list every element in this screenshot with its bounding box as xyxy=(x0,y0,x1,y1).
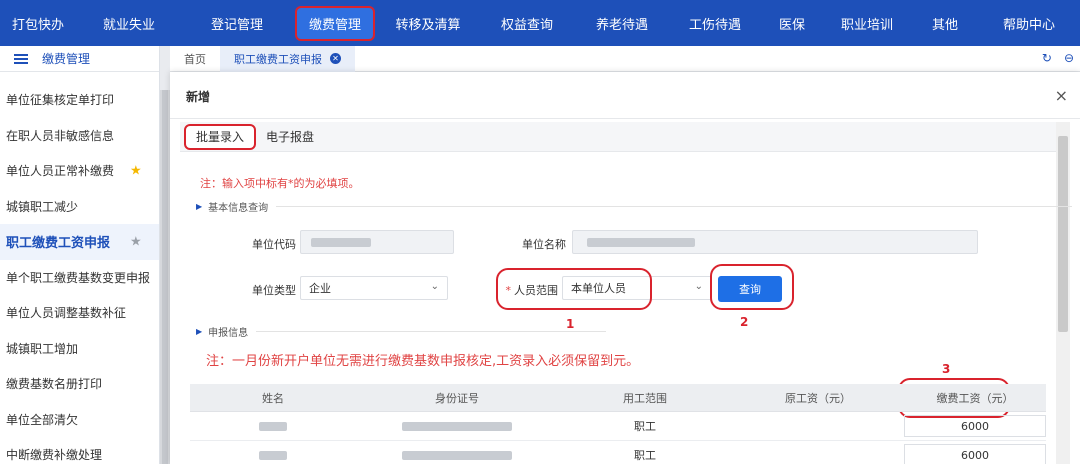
sidebar-item[interactable]: 单位全部清欠 xyxy=(0,402,159,438)
menu-icon[interactable] xyxy=(14,53,28,64)
star-icon[interactable]: ★ xyxy=(130,234,142,249)
sidebar-item[interactable]: 单个职工缴费基数变更申报 xyxy=(0,260,159,296)
redacted-value xyxy=(259,421,287,431)
more-icon[interactable]: ⊖ xyxy=(1064,51,1074,65)
table-column-header: 姓名 xyxy=(262,391,284,405)
sub-tabs: 批量录入 电子报盘 xyxy=(180,122,1056,152)
divider xyxy=(256,331,606,332)
required-note: 注：输入项中标有*的为必填项。 xyxy=(200,177,360,190)
table-column-header: 缴费工资（元） xyxy=(936,391,1014,405)
add-modal: 新增 × 批量录入 电子报盘 注：输入项中标有*的为必填项。 ▶ 基本信息查询 … xyxy=(170,72,1080,464)
table-column-header: 身份证号 xyxy=(435,391,479,405)
sidebar: 缴费管理 单位征集核定单打印 在职人员非敏感信息 单位人员正常补缴费 ★ 城镇职工减少职… xyxy=(0,46,160,464)
salary-table: 姓名 身份证号 用工范围 原工资（元） 缴费工资（元） 职工 6000 职工 6000 xyxy=(190,384,1046,464)
nav-item[interactable]: 养老待遇 xyxy=(576,0,668,46)
sidebar-item[interactable]: 城镇职工增加 xyxy=(0,331,159,367)
tab-bar-tools: ↻ ⊖ xyxy=(1042,51,1074,65)
nav-item[interactable]: 职业培训 xyxy=(822,0,912,46)
annotation-number-2: 2 xyxy=(740,315,749,329)
nav-item[interactable]: 转移及清算 xyxy=(378,0,478,46)
salary-cell: 6000 xyxy=(904,412,1046,440)
sidebar-item[interactable]: 城镇职工减少 xyxy=(0,189,159,225)
close-icon[interactable]: × xyxy=(1055,86,1068,105)
star-icon[interactable]: ★ xyxy=(130,163,142,178)
nav-item[interactable]: 登记管理 xyxy=(182,0,292,46)
scope-cell: 职工 xyxy=(634,420,656,433)
sidebar-scrollbar-thumb[interactable] xyxy=(162,90,168,464)
id-cell xyxy=(356,412,558,440)
redacted-value xyxy=(311,238,371,247)
nav-item[interactable]: 其他 xyxy=(912,0,978,46)
table-header: 姓名 身份证号 用工范围 原工资（元） 缴费工资（元） xyxy=(190,384,1046,412)
unit-name-field[interactable] xyxy=(572,230,978,254)
redacted-value xyxy=(402,450,512,460)
subtab-batch-entry[interactable]: 批量录入 xyxy=(184,123,257,150)
unit-code-label: 单位代码 xyxy=(252,238,296,251)
nav-item[interactable]: 打包快办 xyxy=(0,0,76,46)
subtab-electronic-submit[interactable]: 电子报盘 xyxy=(256,122,324,152)
caret-right-icon: ▶ xyxy=(196,202,203,211)
sidebar-header-title: 缴费管理 xyxy=(42,52,91,66)
nav-item[interactable]: 帮助中心 xyxy=(978,0,1080,46)
sidebar-item[interactable]: 职工缴费工资申报 ★ xyxy=(0,224,159,260)
original-salary-cell xyxy=(732,412,904,440)
salary-input[interactable]: 6000 xyxy=(904,444,1046,464)
table-row: 职工 6000 xyxy=(190,412,1046,441)
unit-type-select[interactable]: 企业 ⌄ xyxy=(300,276,448,300)
annotation-oval-1 xyxy=(496,268,652,310)
divider xyxy=(276,206,1072,207)
report-note: 注：一月份新开户单位无需进行缴费基数申报核定,工资录入必须保留到元。 xyxy=(206,354,640,369)
nav-item[interactable]: 缴费管理 xyxy=(292,0,378,46)
table-column-header: 原工资（元） xyxy=(785,391,851,405)
tab-current[interactable]: 职工缴费工资申报 ✕ xyxy=(220,45,355,72)
close-circle-icon[interactable]: ✕ xyxy=(330,53,341,64)
table-body: 职工 6000 职工 6000 xyxy=(190,412,1046,464)
sidebar-item[interactable]: 在职人员非敏感信息 xyxy=(0,118,159,154)
name-cell xyxy=(190,412,356,440)
unit-code-field[interactable] xyxy=(300,230,454,254)
tab-home[interactable]: 首页 xyxy=(170,46,220,72)
nav-item[interactable]: 工伤待遇 xyxy=(668,0,762,46)
tab-current-label: 职工缴费工资申报 xyxy=(234,52,322,66)
section-report-info: ▶ 申报信息 xyxy=(196,324,606,339)
annotation-number-3: 3 xyxy=(942,362,951,376)
table-column-header: 用工范围 xyxy=(623,391,667,405)
name-cell xyxy=(190,441,356,464)
original-salary-cell xyxy=(732,441,904,464)
nav-item[interactable]: 就业失业 xyxy=(76,0,182,46)
redacted-value xyxy=(402,421,512,431)
refresh-icon[interactable]: ↻ xyxy=(1042,51,1052,65)
salary-cell: 6000 xyxy=(904,441,1046,464)
table-row: 职工 6000 xyxy=(190,441,1046,464)
salary-input[interactable]: 6000 xyxy=(904,415,1046,437)
top-nav: 打包快办 就业失业 登记管理 缴费管理 转移及清算 权益查询 养老待遇 工伤待遇 医保 职业培训其… xyxy=(0,0,1080,46)
scope-cell: 职工 xyxy=(634,449,656,462)
sidebar-item[interactable]: 单位人员调整基数补征 xyxy=(0,295,159,331)
sidebar-item[interactable]: 中断缴费补缴处理 xyxy=(0,437,159,464)
annotation-oval-2 xyxy=(710,264,794,310)
chevron-down-icon: ⌄ xyxy=(430,281,439,292)
caret-right-icon: ▶ xyxy=(196,327,203,336)
id-cell xyxy=(356,441,558,464)
annotation-number-1: 1 xyxy=(566,317,575,331)
redacted-value xyxy=(587,238,695,247)
redacted-value xyxy=(259,450,287,460)
chevron-down-icon: ⌄ xyxy=(694,281,703,292)
sidebar-item[interactable]: 单位征集核定单打印 xyxy=(0,82,159,118)
sidebar-clipped-item xyxy=(0,72,159,82)
sidebar-list: 单位征集核定单打印 在职人员非敏感信息 单位人员正常补缴费 ★ 城镇职工减少 职工缴费工资… xyxy=(0,82,159,464)
section-basic-info: ▶ 基本信息查询 xyxy=(196,199,1072,214)
divider xyxy=(170,118,1080,119)
sidebar-item[interactable]: 缴费基数名册打印 xyxy=(0,366,159,402)
nav-item[interactable]: 权益查询 xyxy=(478,0,576,46)
unit-name-label: 单位名称 xyxy=(522,238,566,251)
nav-item[interactable]: 医保 xyxy=(762,0,822,46)
modal-scrollbar-thumb[interactable] xyxy=(1058,136,1068,332)
sidebar-header[interactable]: 缴费管理 xyxy=(0,46,159,72)
unit-type-label: 单位类型 xyxy=(252,284,296,297)
tab-bar: 首页 职工缴费工资申报 ✕ ↻ ⊖ xyxy=(170,45,1080,72)
modal-title: 新增 xyxy=(186,90,211,104)
sidebar-item[interactable]: 单位人员正常补缴费 ★ xyxy=(0,153,159,189)
